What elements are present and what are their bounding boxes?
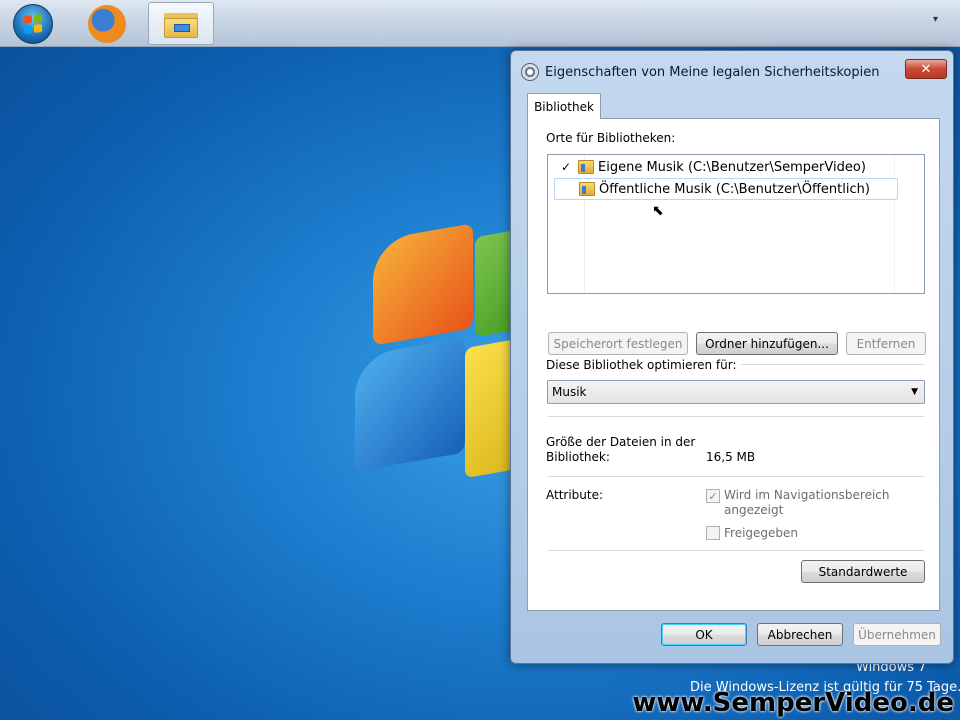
location-text: Öffentliche Musik (C:\Benutzer\Öffentlic… — [599, 181, 870, 197]
dialog-titlebar: Eigenschaften von Meine legalen Sicherhe… — [521, 61, 879, 83]
apply-button[interactable]: Übernehmen — [853, 623, 941, 646]
taskbar-explorer[interactable] — [148, 2, 214, 45]
optimize-select[interactable]: Musik ▼ — [547, 380, 925, 404]
shared-label: Freigegeben — [724, 526, 799, 540]
attributes-label: Attribute: — [546, 488, 604, 502]
taskbar: ▾ — [0, 0, 960, 47]
nav-pane-checkbox[interactable]: ✓ — [706, 489, 720, 503]
shared-checkbox[interactable] — [706, 526, 720, 540]
library-icon — [521, 63, 539, 81]
optimize-label: Diese Bibliothek optimieren für: — [546, 358, 741, 372]
divider — [548, 416, 924, 417]
check-icon: ✓ — [560, 160, 572, 174]
nav-pane-label-line2: angezeigt — [724, 503, 784, 517]
chevron-down-icon: ▼ — [911, 387, 918, 397]
set-location-button[interactable]: Speicherort festlegen — [548, 332, 688, 355]
nav-pane-label-line1: Wird im Navigationsbereich — [724, 488, 890, 502]
divider — [548, 550, 924, 551]
size-value: 16,5 MB — [706, 450, 756, 464]
properties-dialog: Eigenschaften von Meine legalen Sicherhe… — [510, 50, 954, 664]
folder-icon — [164, 10, 198, 38]
dialog-title: Eigenschaften von Meine legalen Sicherhe… — [545, 64, 880, 80]
firefox-icon — [88, 4, 126, 43]
remove-button[interactable]: Entfernen — [846, 332, 926, 355]
locations-list[interactable]: ✓ Eigene Musik (C:\Benutzer\SemperVideo)… — [547, 154, 925, 294]
start-button[interactable] — [0, 2, 66, 45]
mouse-cursor-icon: ⬉ — [652, 203, 664, 219]
folder-icon — [578, 160, 594, 174]
location-text: Eigene Musik (C:\Benutzer\SemperVideo) — [598, 159, 866, 175]
close-button[interactable]: ✕ — [905, 59, 947, 79]
add-folder-button[interactable]: Ordner hinzufügen... — [696, 332, 838, 355]
list-item[interactable]: Öffentliche Musik (C:\Benutzer\Öffentlic… — [554, 178, 898, 200]
size-label-line2: Bibliothek: — [546, 450, 610, 464]
cancel-button[interactable]: Abbrechen — [757, 623, 843, 646]
tab-bibliothek[interactable]: Bibliothek — [527, 93, 601, 119]
folder-icon — [579, 182, 595, 196]
windows-logo-wallpaper — [335, 223, 535, 492]
watermark: www.SemperVideo.de — [632, 688, 954, 718]
windows-flag-icon — [13, 3, 53, 44]
ok-button[interactable]: OK — [661, 623, 747, 646]
list-item[interactable]: ✓ Eigene Musik (C:\Benutzer\SemperVideo) — [554, 156, 866, 178]
taskbar-firefox[interactable] — [74, 2, 140, 45]
size-label-line1: Größe der Dateien in der — [546, 435, 696, 449]
divider — [548, 476, 924, 477]
optimize-value: Musik — [552, 385, 587, 399]
taskbar-overflow-icon[interactable]: ▾ — [933, 14, 938, 25]
locations-label: Orte für Bibliotheken: — [546, 131, 676, 145]
tab-panel: Orte für Bibliotheken: ✓ Eigene Musik (C… — [527, 118, 940, 611]
restore-defaults-button[interactable]: Standardwerte — [801, 560, 925, 583]
